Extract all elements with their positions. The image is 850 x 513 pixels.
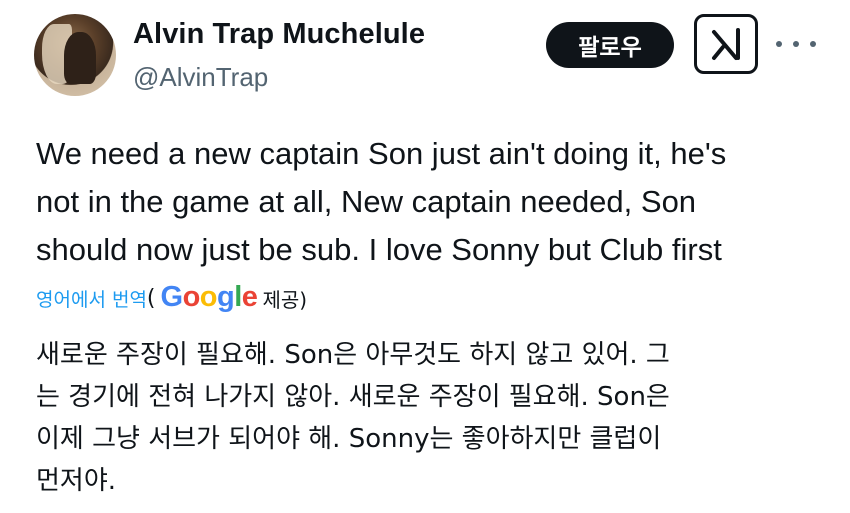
translated-text: 새로운 주장이 필요해. Son은 아무것도 하지 않고 있어. 그 는 경기에…: [36, 334, 836, 502]
tweet-text: We need a new captain Son just ain't doi…: [36, 130, 826, 274]
avatar[interactable]: [34, 14, 116, 96]
more-dot: [810, 41, 816, 47]
author-display-name[interactable]: Alvin Trap Muchelule: [133, 18, 425, 51]
tweet-line: should now just be sub. I love Sonny but…: [36, 232, 722, 267]
grok-button[interactable]: [694, 14, 758, 74]
more-icon[interactable]: [776, 30, 816, 58]
translated-line: 는 경기에 전혀 나가지 않아. 새로운 주장이 필요해. Son은: [36, 382, 670, 412]
more-dot: [793, 41, 799, 47]
avatar-figure: [64, 32, 96, 84]
translated-line: 먼저야.: [36, 466, 117, 496]
translated-line: 새로운 주장이 필요해. Son은 아무것도 하지 않고 있어. 그: [36, 340, 670, 370]
translated-from-link[interactable]: 영어에서 번역: [36, 285, 147, 312]
follow-button[interactable]: 팔로우: [546, 22, 674, 68]
translated-line: 이제 그냥 서브가 되어야 해. Sonny는 좋아하지만 클럽이: [36, 424, 662, 454]
tweet-line: We need a new captain Son just ain't doi…: [36, 136, 727, 171]
open-paren: (: [146, 286, 156, 311]
provided-label: 제공): [262, 288, 308, 312]
google-logo: Google: [160, 281, 258, 313]
grok-icon: [712, 28, 740, 60]
more-dot: [776, 41, 782, 47]
author-handle[interactable]: @AlvinTrap: [133, 62, 268, 93]
translation-attribution: 영어에서 번역 ( Google 제공): [36, 281, 307, 316]
tweet-line: not in the game at all, New captain need…: [36, 184, 697, 219]
